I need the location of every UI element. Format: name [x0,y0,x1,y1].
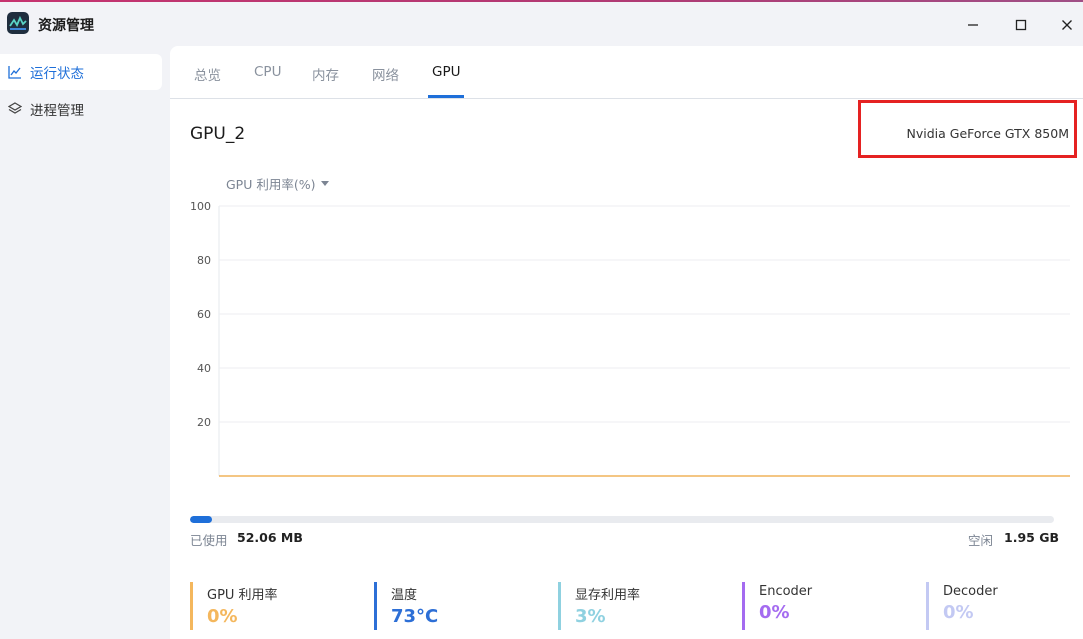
metric-dropdown-label: GPU 利用率(%) [226,177,316,192]
stat-label: 温度 [391,588,418,603]
gpu-utilization-chart: 100 80 60 40 20 [190,200,1070,477]
chart-y-tick-label: 80 [197,254,211,267]
tab-overview[interactable]: 总览 [194,64,221,84]
window-title: 资源管理 [38,18,94,34]
stat-label: Decoder [943,584,998,599]
tab-bar: 总览 CPU 内存 网络 GPU [170,46,1083,99]
memory-free-label: 空闲 [968,533,994,548]
stat-vram-utilization: 显存利用率 3% [558,582,708,630]
tab-memory[interactable]: 内存 [312,64,339,84]
memory-usage-fill [190,516,213,523]
stat-encoder: Encoder 0% [742,582,892,630]
stat-temperature: 温度 73°C [374,582,524,630]
memory-used-label: 已使用 [190,533,228,548]
memory-usage-bar [190,516,1054,523]
title-bar: 资源管理 [0,2,1083,46]
maximize-button[interactable] [1003,8,1039,42]
highlight-box [858,100,1077,158]
tab-gpu[interactable]: GPU [432,64,460,80]
chart-y-tick-label: 60 [197,308,211,321]
main-panel: 总览 CPU 内存 网络 GPU GPU_2 Nvidia GeForce GT… [170,46,1083,639]
stat-value: 3% [575,606,606,627]
app-icon [7,12,29,34]
active-tab-indicator [428,95,464,98]
metric-dropdown[interactable]: GPU 利用率(%) [226,174,330,193]
stat-gpu-utilization: GPU 利用率 0% [190,582,340,630]
sidebar: 运行状态 进程管理 [0,46,170,639]
sidebar-item-label: 进程管理 [30,103,84,119]
chart-y-tick-label: 20 [197,416,211,429]
close-icon [1062,20,1072,30]
sidebar-item-label: 运行状态 [30,66,84,82]
minimize-icon [968,24,978,26]
tab-network[interactable]: 网络 [372,64,399,84]
sidebar-item-process-management[interactable]: 进程管理 [0,91,162,127]
sidebar-item-running-status[interactable]: 运行状态 [0,54,162,90]
maximize-icon [1015,19,1027,31]
layers-icon [8,102,22,116]
stat-label: Encoder [759,584,813,599]
stat-value: 0% [207,606,238,627]
close-button[interactable] [1049,8,1083,42]
stat-value: 0% [943,602,974,623]
stat-label: GPU 利用率 [207,588,278,603]
tab-cpu[interactable]: CPU [254,64,281,80]
chevron-down-icon [321,181,330,186]
stat-value: 0% [759,602,790,623]
stat-label: 显存利用率 [575,588,641,603]
memory-used-value: 52.06 MB [237,530,303,545]
minimize-button[interactable] [955,8,991,42]
memory-free-value: 1.95 GB [1004,530,1059,545]
stat-decoder: Decoder 0% [926,582,1076,630]
gpu-name: GPU_2 [190,124,246,144]
stat-value: 73°C [391,606,439,627]
line-chart-icon [8,65,22,79]
chart-y-tick-label: 100 [190,200,211,213]
chart-y-tick-label: 40 [197,362,211,375]
